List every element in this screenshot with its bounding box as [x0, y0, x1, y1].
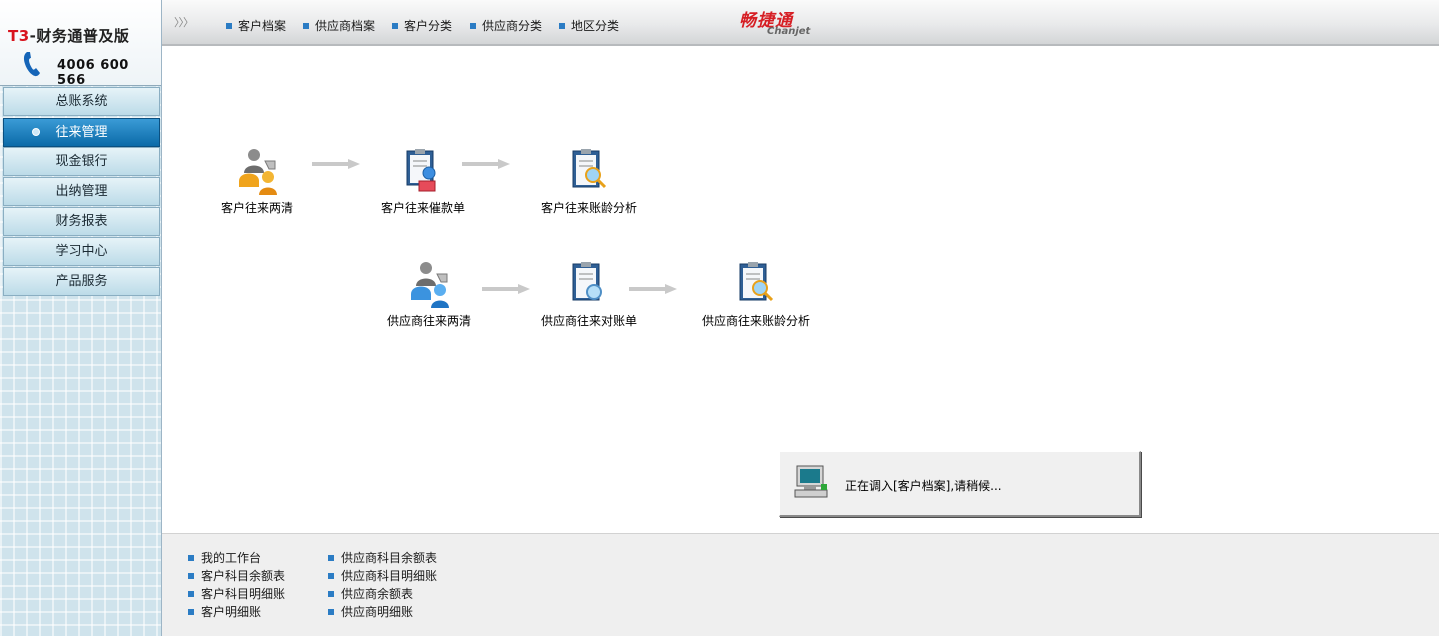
bullet-icon — [188, 555, 194, 561]
flow-supplier-aging[interactable]: 供应商往来账龄分析 — [691, 260, 821, 330]
toolbar-link-label: 供应商档案 — [315, 19, 376, 33]
flow-arrow-icon — [462, 159, 510, 169]
sidebar-item-label: 产品服务 — [55, 274, 108, 289]
sidebar-item-cashier[interactable]: 出纳管理 — [3, 177, 160, 206]
loading-message: 正在调入[客户档案],请稍候... — [845, 479, 1002, 493]
hotline-number: 4006 600 566 — [57, 58, 129, 88]
bullet-icon — [392, 23, 398, 29]
supplier-clear-icon — [411, 262, 449, 308]
flow-node-label: 客户往来账龄分析 — [540, 201, 637, 215]
sidebar-item-label: 学习中心 — [55, 244, 108, 259]
bullet-icon — [188, 609, 194, 615]
flow-arrow-icon — [312, 159, 360, 169]
link-customer-account-balance[interactable]: 客户科目余额表 — [188, 567, 285, 584]
sidebar-item-learning[interactable]: 学习中心 — [3, 237, 160, 266]
sidebar-item-accounts[interactable]: 往来管理 — [3, 118, 160, 147]
bullet-icon — [559, 23, 565, 29]
sidebar-item-label: 出纳管理 — [55, 184, 108, 199]
link-supplier-account-detail[interactable]: 供应商科目明细账 — [328, 567, 437, 584]
customer-clear-icon — [239, 149, 277, 195]
link-supplier-balance[interactable]: 供应商余额表 — [328, 585, 413, 602]
toolbar-link-label: 供应商分类 — [482, 19, 543, 33]
bullet-icon — [328, 591, 334, 597]
link-customer-detail[interactable]: 客户明细账 — [188, 603, 261, 620]
loading-dialog: 正在调入[客户档案],请稍候... — [779, 451, 1141, 517]
sidebar-item-services[interactable]: 产品服务 — [3, 267, 160, 296]
bottom-links-panel: 我的工作台 客户科目余额表 客户科目明细账 客户明细账 供应商科目余额表 供应商… — [162, 533, 1439, 636]
link-customer-account-detail[interactable]: 客户科目明细账 — [188, 585, 285, 602]
sidebar-item-label: 财务报表 — [55, 214, 108, 229]
sidebar-item-label: 总账系统 — [55, 94, 108, 109]
top-toolbar: 〉〉〉 客户档案 供应商档案 客户分类 供应商分类 地区分类 畅捷通 Chanj… — [162, 0, 1439, 46]
sidebar-item-reports[interactable]: 财务报表 — [3, 207, 160, 236]
flow-supplier-clear[interactable]: 供应商往来两清 — [364, 260, 494, 330]
sidebar-item-label: 往来管理 — [55, 125, 108, 140]
flow-node-label: 供应商往来账龄分析 — [701, 314, 810, 328]
link-supplier-detail[interactable]: 供应商明细账 — [328, 603, 413, 620]
supplier-aging-icon — [739, 262, 774, 302]
bullet-icon — [188, 573, 194, 579]
sidebar-item-general-ledger[interactable]: 总账系统 — [3, 87, 160, 116]
link-label: 客户科目明细账 — [201, 587, 286, 601]
link-label: 供应商余额表 — [341, 587, 414, 601]
bullet-icon — [188, 591, 194, 597]
customer-aging-icon — [572, 149, 607, 189]
flow-supplier-statement[interactable]: 供应商往来对账单 — [524, 260, 654, 330]
toolbar-link-supplier-category[interactable]: 供应商分类 — [470, 17, 542, 34]
collapse-chevron-icon[interactable]: 〉〉〉 — [174, 14, 194, 30]
link-label: 我的工作台 — [201, 551, 262, 565]
supplier-statement-icon — [572, 262, 602, 301]
toolbar-link-customer-category[interactable]: 客户分类 — [392, 17, 452, 34]
bullet-icon — [303, 23, 309, 29]
toolbar-link-customer-file[interactable]: 客户档案 — [226, 17, 286, 34]
flow-customer-clear[interactable]: 客户往来两清 — [192, 147, 322, 217]
product-prefix: T3 — [8, 27, 30, 45]
flow-customer-aging[interactable]: 客户往来账龄分析 — [524, 147, 654, 217]
link-my-workbench[interactable]: 我的工作台 — [188, 549, 261, 566]
flow-arrow-icon — [482, 284, 530, 294]
link-supplier-account-balance[interactable]: 供应商科目余额表 — [328, 549, 437, 566]
product-logo-box: T3-财务通普及版 4006 600 566 — [0, 0, 161, 88]
bullet-icon — [470, 23, 476, 29]
link-label: 客户科目余额表 — [201, 569, 286, 583]
link-label: 供应商科目余额表 — [341, 551, 438, 565]
bullet-icon — [328, 573, 334, 579]
link-label: 客户明细账 — [201, 605, 262, 619]
toolbar-link-region-category[interactable]: 地区分类 — [559, 17, 619, 34]
flow-node-label: 供应商往来两清 — [386, 314, 471, 328]
flow-node-label: 客户往来两清 — [220, 201, 293, 215]
sidebar-item-label: 现金银行 — [55, 154, 108, 169]
product-name: T3-财务通普及版 — [8, 25, 129, 46]
sidebar-item-cash-bank[interactable]: 现金银行 — [3, 147, 160, 176]
brand-logo-en: Chanjet — [767, 26, 811, 37]
flow-node-label: 客户往来催款单 — [380, 201, 465, 215]
phone-icon — [23, 52, 40, 77]
toolbar-link-label: 客户分类 — [404, 19, 453, 33]
toolbar-link-label: 客户档案 — [238, 19, 287, 33]
bullet-icon — [226, 23, 232, 29]
toolbar-link-label: 地区分类 — [571, 19, 620, 33]
sidebar: T3-财务通普及版 4006 600 566 总账系统 往来管理 现金银行 出纳… — [0, 0, 162, 636]
flow-customer-dunning[interactable]: 客户往来催款单 — [358, 147, 488, 217]
flow-node-label: 供应商往来对账单 — [540, 314, 637, 328]
computer-icon — [794, 465, 828, 498]
link-label: 供应商明细账 — [341, 605, 414, 619]
product-suffix: -财务通普及版 — [29, 27, 130, 45]
bullet-icon — [328, 555, 334, 561]
customer-dunning-icon — [406, 149, 436, 192]
link-label: 供应商科目明细账 — [341, 569, 438, 583]
flow-arrow-icon — [629, 284, 677, 294]
active-indicator-icon — [32, 128, 40, 136]
bullet-icon — [328, 609, 334, 615]
toolbar-link-supplier-file[interactable]: 供应商档案 — [303, 17, 375, 34]
